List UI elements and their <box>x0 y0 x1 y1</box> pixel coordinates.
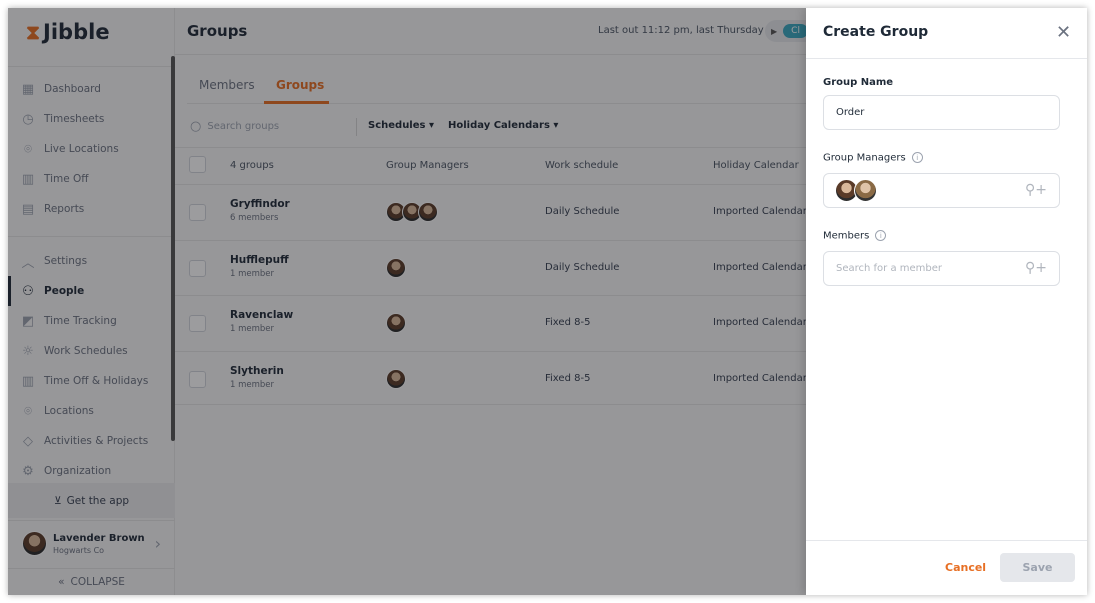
group-name-input[interactable]: Order <box>823 95 1060 130</box>
label-text: Group Managers <box>823 152 906 164</box>
modal-backdrop[interactable] <box>8 8 806 595</box>
label-text: Members <box>823 230 870 242</box>
create-group-panel: Create Group ✕ Group Name Order Group Ma… <box>806 8 1087 595</box>
close-icon[interactable]: ✕ <box>1056 22 1071 43</box>
save-button[interactable]: Save <box>1000 553 1075 582</box>
panel-title: Create Group <box>823 24 929 40</box>
group-managers-input[interactable]: ⚲+ <box>823 173 1060 208</box>
group-name-label: Group Name <box>823 77 894 88</box>
info-icon[interactable]: i <box>875 230 887 241</box>
members-label: Members i <box>823 230 887 242</box>
group-managers-label: Group Managers i <box>823 152 923 164</box>
manager-avatar <box>854 179 877 202</box>
add-user-icon[interactable]: ⚲+ <box>1025 260 1047 276</box>
app-window: ⧗ Jibble ▦ Dashboard ◷ Timesheets ⌾ Live Loc… <box>8 8 1087 595</box>
group-name-value: Order <box>836 107 865 118</box>
info-icon[interactable]: i <box>911 152 923 163</box>
cancel-button[interactable]: Cancel <box>945 561 986 574</box>
add-user-icon[interactable]: ⚲+ <box>1025 182 1047 198</box>
member-search-placeholder: Search for a member <box>836 263 943 274</box>
member-search-input[interactable]: Search for a member ⚲+ <box>823 251 1060 286</box>
